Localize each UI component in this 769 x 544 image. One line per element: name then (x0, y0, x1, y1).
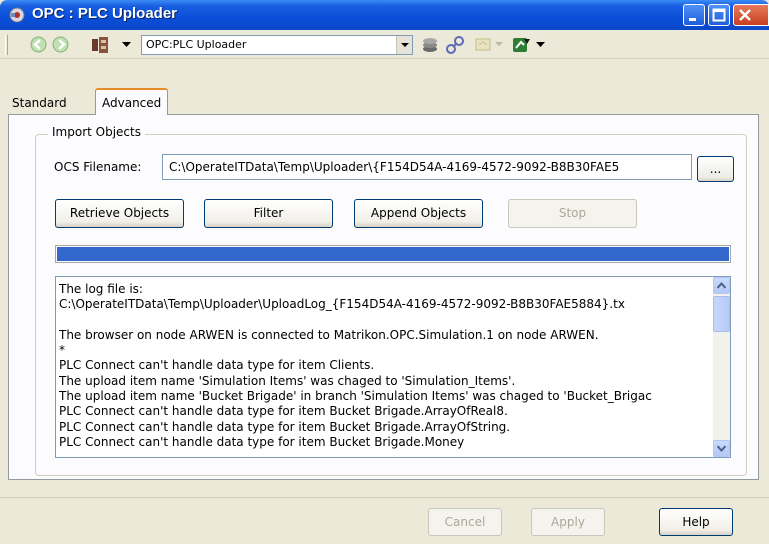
log-line: PLC Connect can't handle data type for i… (59, 404, 508, 419)
log-line: PLC Connect can't handle data type for i… (59, 419, 511, 434)
forward-icon[interactable] (52, 36, 69, 53)
help-button[interactable]: Help (659, 508, 733, 536)
minimize-button[interactable] (683, 4, 705, 26)
window-icon[interactable] (475, 36, 491, 52)
stop-button[interactable]: Stop (508, 199, 637, 228)
ocs-filename-label: OCS Filename: (54, 160, 142, 174)
chevron-down-icon (717, 445, 726, 452)
address-combo[interactable]: OPC:PLC Uploader (141, 35, 413, 55)
log-lines: The log file is: C:\OperateITData\Temp\Up… (59, 282, 711, 450)
toolbar-grip[interactable] (5, 35, 8, 55)
tab-standard[interactable]: Standard (8, 93, 71, 115)
log-line: PLC Connect can't handle data type for i… (59, 434, 465, 449)
filter-button[interactable]: Filter (204, 199, 333, 228)
address-dropdown-button[interactable] (396, 36, 412, 54)
progress-bar (55, 245, 731, 263)
maximize-button[interactable] (708, 4, 730, 26)
browse-button[interactable]: ... (697, 156, 734, 182)
address-value: OPC:PLC Uploader (146, 38, 247, 51)
log-textarea[interactable]: The log file is: C:\OperateITData\Temp\Up… (55, 276, 731, 458)
log-line: The log file is: (59, 282, 143, 296)
append-objects-button[interactable]: Append Objects (354, 199, 483, 228)
progress-fill (57, 247, 729, 261)
minimize-icon (689, 18, 696, 21)
refresh-icon[interactable] (512, 36, 532, 54)
app-icon (9, 7, 25, 23)
chevron-down-icon[interactable] (536, 42, 545, 48)
log-line: PLC Connect can't handle data type for i… (59, 358, 375, 373)
hierarchy-icon[interactable] (90, 36, 110, 54)
ocs-filename-field[interactable]: C:\OperateITData\Temp\Uploader\{F154D54A… (162, 154, 692, 180)
maximize-icon (712, 8, 726, 22)
log-scrollbar[interactable] (713, 277, 730, 457)
chevron-down-icon[interactable] (495, 42, 503, 47)
scroll-thumb[interactable] (713, 296, 730, 332)
stack-icon[interactable] (420, 36, 440, 54)
group-legend: Import Objects (48, 125, 145, 139)
close-icon (739, 9, 751, 21)
chevron-down-icon[interactable] (122, 42, 131, 48)
scroll-up-button[interactable] (713, 277, 730, 294)
title-bar: OPC : PLC Uploader (0, 0, 769, 30)
toolbar: OPC:PLC Uploader (0, 30, 769, 59)
link-icon[interactable] (446, 36, 464, 54)
footer-separator (0, 497, 769, 498)
retrieve-objects-button[interactable]: Retrieve Objects (55, 199, 184, 228)
chevron-up-icon (717, 282, 726, 289)
chevron-down-icon (401, 43, 409, 47)
log-line: The upload item name 'Simulation Items' … (59, 373, 516, 388)
cancel-button[interactable]: Cancel (428, 508, 502, 536)
tab-advanced[interactable]: Advanced (95, 88, 169, 115)
log-line: * (59, 343, 65, 358)
log-line: C:\OperateITData\Temp\Uploader\UploadLog… (59, 297, 625, 312)
back-icon[interactable] (30, 36, 47, 53)
log-line: The browser on node ARWEN is connected t… (59, 327, 599, 342)
close-button[interactable] (733, 4, 769, 26)
scroll-down-button[interactable] (713, 440, 730, 457)
log-line: The upload item name 'Bucket Brigade' in… (59, 389, 652, 404)
apply-button[interactable]: Apply (531, 508, 605, 536)
window-title: OPC : PLC Uploader (32, 5, 178, 22)
